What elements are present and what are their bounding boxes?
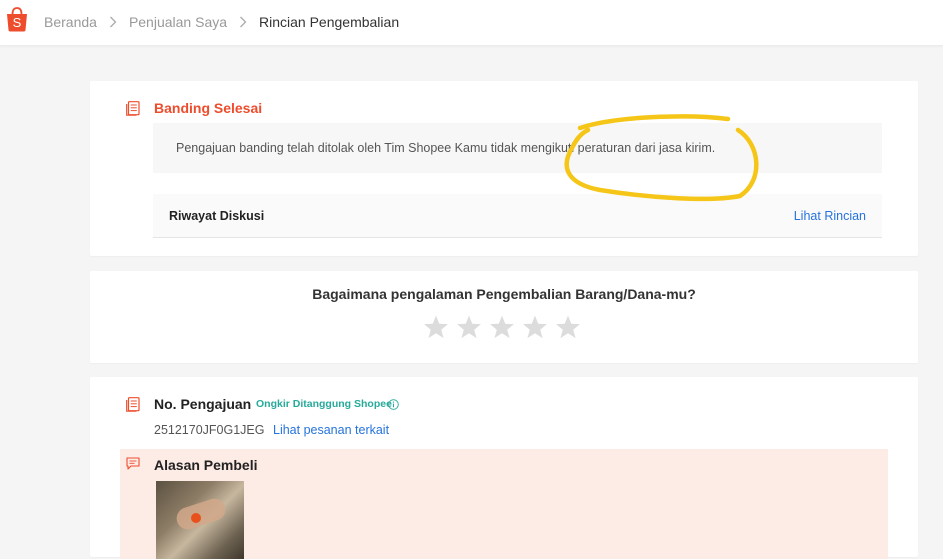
- svg-text:S: S: [13, 15, 22, 30]
- request-id: 2512170JF0G1JEG: [154, 423, 265, 437]
- return-request-card: No. Pengajuan Ongkir Ditanggung Shopee 2…: [90, 377, 918, 559]
- appeal-note-text: Pengajuan banding telah ditolak oleh Tim…: [176, 141, 716, 155]
- star-icon[interactable]: [555, 314, 581, 340]
- discussion-history-row: Riwayat Diskusi Lihat Rincian: [153, 194, 882, 238]
- buyer-reason-label: Alasan Pembeli: [154, 457, 258, 473]
- chevron-right-icon: [109, 15, 117, 29]
- breadcrumb: Beranda Penjualan Saya Rincian Pengembal…: [44, 13, 399, 31]
- top-bar: S Beranda Penjualan Saya Rincian Pengemb…: [0, 0, 943, 46]
- breadcrumb-current: Rincian Pengembalian: [259, 14, 400, 30]
- shopee-logo-icon[interactable]: S: [5, 6, 29, 32]
- document-icon: [126, 397, 140, 412]
- star-rating: [423, 314, 581, 340]
- breadcrumb-home[interactable]: Beranda: [44, 14, 97, 30]
- buyer-reason-section: Alasan Pembeli: [120, 449, 888, 559]
- related-order-link[interactable]: Lihat pesanan terkait: [273, 423, 389, 437]
- rating-card: Bagaimana pengalaman Pengembalian Barang…: [90, 271, 918, 363]
- request-number-label: No. Pengajuan: [154, 396, 252, 412]
- discussion-history-label: Riwayat Diskusi: [169, 209, 265, 223]
- buyer-evidence-photo[interactable]: [156, 481, 244, 559]
- star-icon[interactable]: [456, 314, 482, 340]
- photo-marker: [191, 513, 201, 523]
- breadcrumb-my-sales[interactable]: Penjualan Saya: [129, 14, 227, 30]
- document-icon: [126, 101, 140, 116]
- chat-bubble-icon: [126, 457, 140, 470]
- info-icon[interactable]: [388, 399, 399, 410]
- appeal-note-box: Pengajuan banding telah ditolak oleh Tim…: [153, 123, 882, 173]
- photo-content: [173, 495, 229, 533]
- star-icon[interactable]: [522, 314, 548, 340]
- view-details-link[interactable]: Lihat Rincian: [794, 209, 866, 223]
- rating-question: Bagaimana pengalaman Pengembalian Barang…: [312, 286, 696, 302]
- appeal-status-card: Banding Selesai Pengajuan banding telah …: [90, 81, 918, 256]
- chevron-right-icon: [239, 15, 247, 29]
- appeal-status-title: Banding Selesai: [154, 100, 263, 116]
- star-icon[interactable]: [489, 314, 515, 340]
- star-icon[interactable]: [423, 314, 449, 340]
- free-shipping-badge: Ongkir Ditanggung Shopee: [256, 398, 392, 410]
